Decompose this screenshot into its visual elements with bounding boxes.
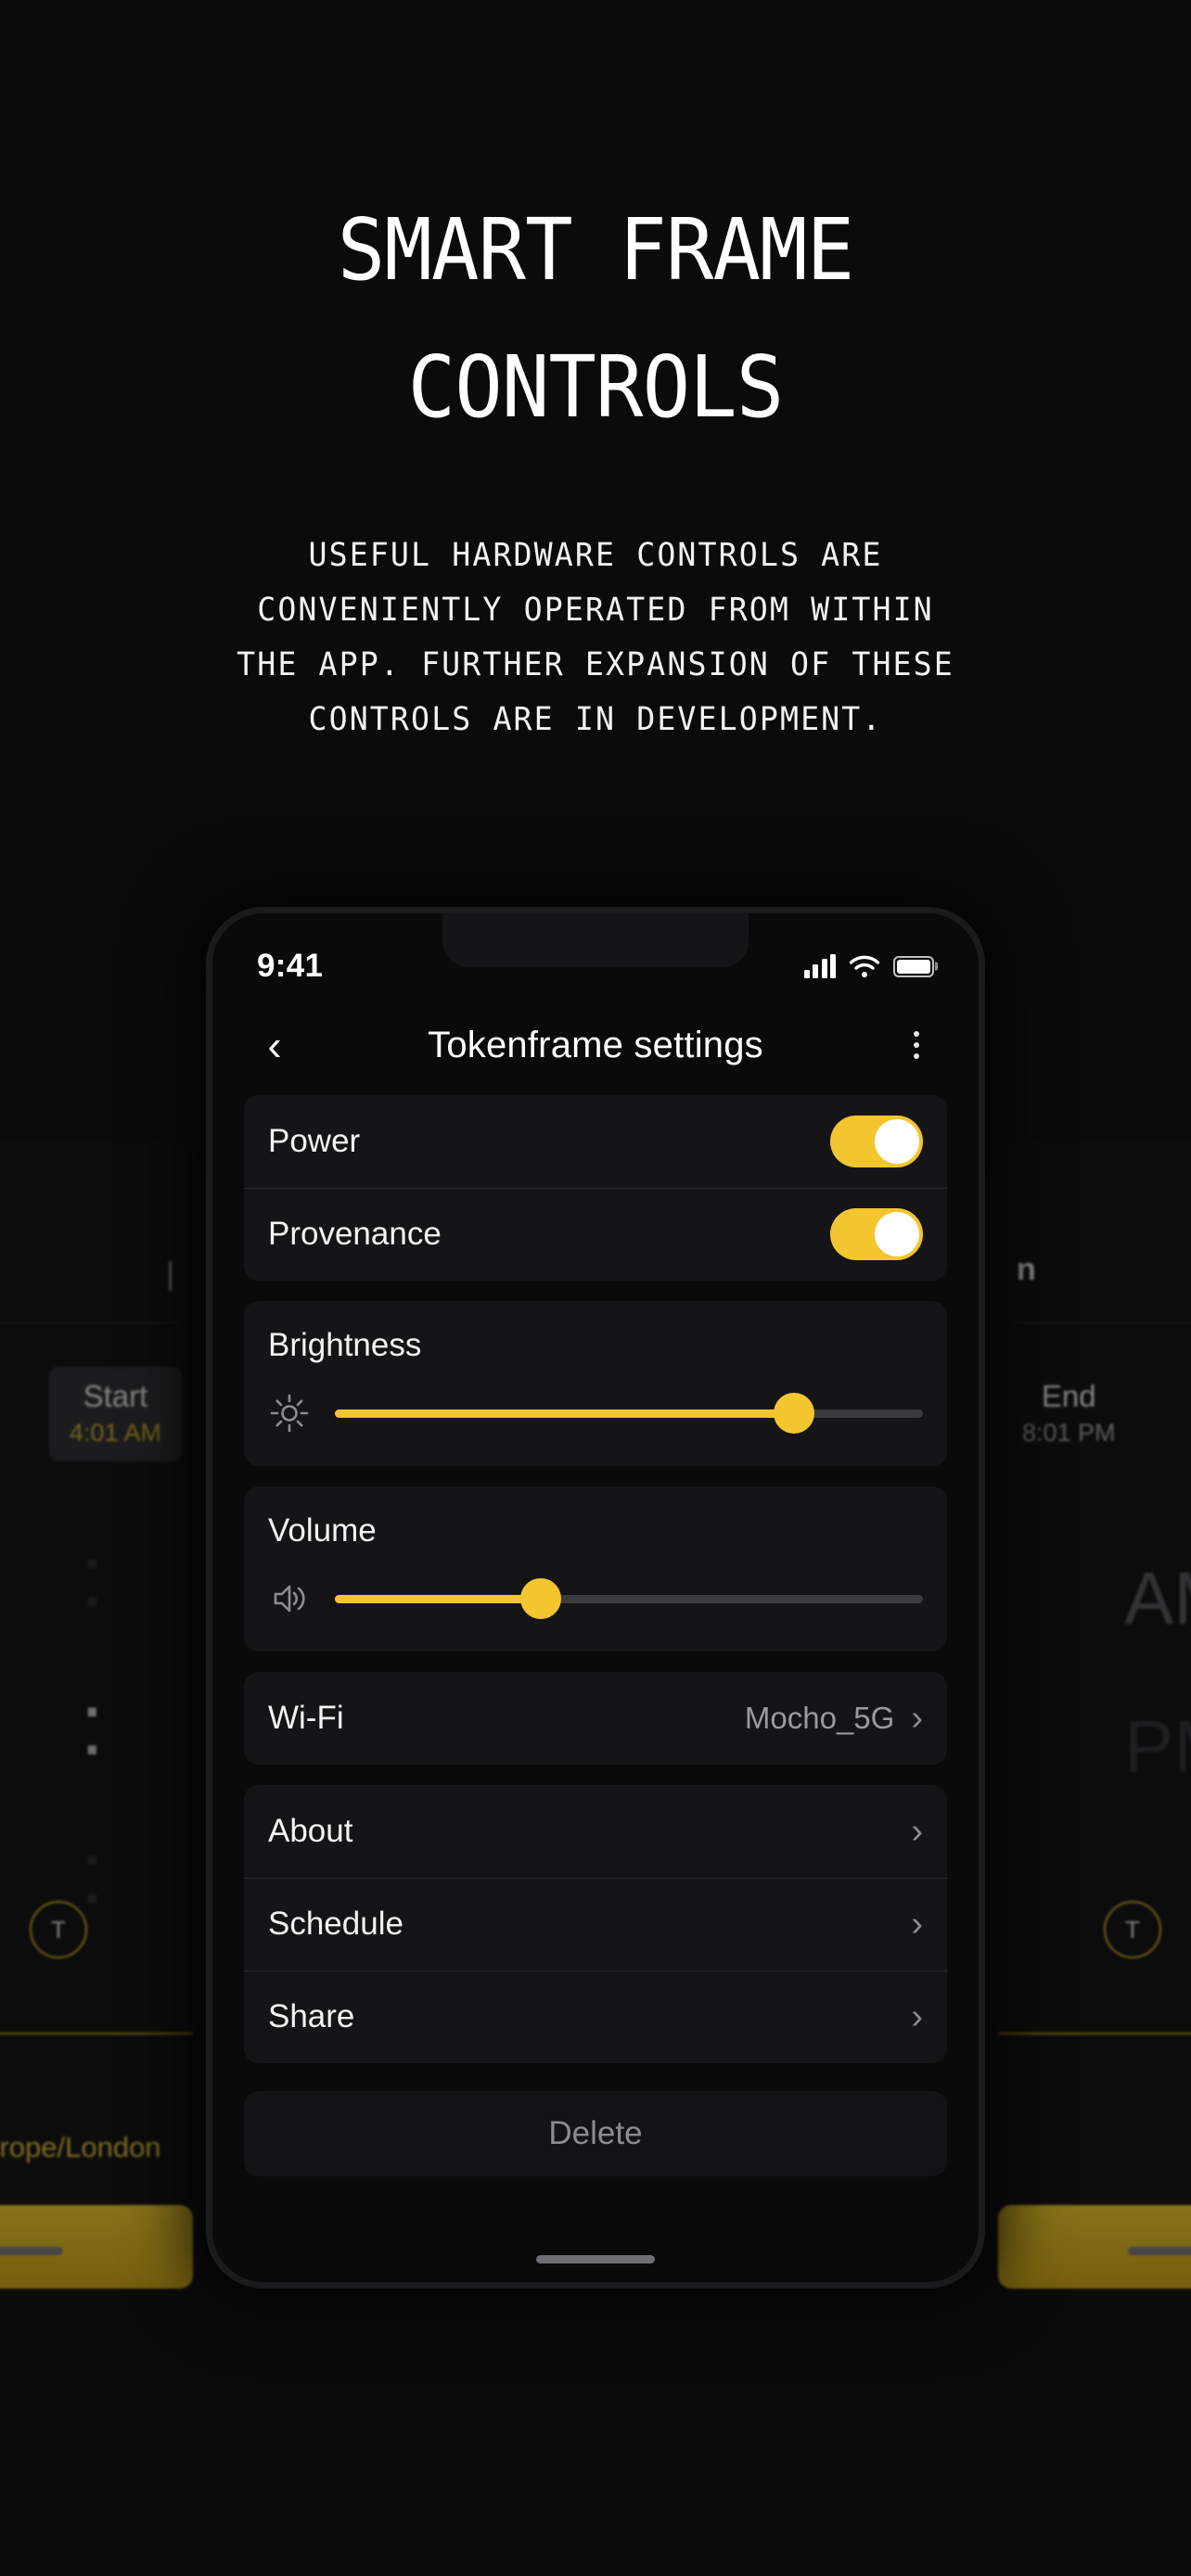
bg-left-home-indicator <box>0 2247 63 2255</box>
bg-left-name-underline <box>0 2033 193 2034</box>
home-indicator <box>536 2255 655 2264</box>
bg-left-divider <box>0 1322 178 1323</box>
wifi-card: Wi-Fi Mocho_5G › <box>244 1672 947 1765</box>
row-about-label: About <box>268 1813 353 1849</box>
page-title-line-1: SMART FRAME <box>337 200 854 300</box>
hero-section: SMART FRAME CONTROLS USEFUL HARDWARE CON… <box>0 0 1191 747</box>
phone-mockup: 9:41 ‹ Tokenframe settings Power Provena… <box>206 907 985 2289</box>
volume-card: Volume <box>244 1486 947 1651</box>
brightness-slider-knob[interactable] <box>773 1393 814 1434</box>
app-bar: ‹ Tokenframe settings <box>212 1002 979 1088</box>
power-toggle[interactable] <box>830 1116 923 1167</box>
app-bar-title: Tokenframe settings <box>428 1024 763 1065</box>
bg-left-time-wheel: 3 : 4 : 5 : <box>0 1502 206 1947</box>
wifi-icon <box>849 955 880 977</box>
volume-slider-fill <box>335 1594 541 1603</box>
bg-left-digit-row: 3 : <box>0 1502 206 1651</box>
status-bar-clock: 9:41 <box>257 948 324 984</box>
bg-left-pill-title: Start <box>83 1379 148 1413</box>
volume-slider-row[interactable] <box>268 1577 923 1620</box>
chevron-right-icon: › <box>911 1699 923 1738</box>
page-title-line-2: CONTROLS <box>407 338 785 437</box>
chevron-right-icon: › <box>911 1812 923 1851</box>
background-screen-right: n End 8:01 PM AM PM T F S <box>985 1141 1191 2289</box>
bg-right-divider-yellow <box>998 2033 1191 2034</box>
page-subtitle-line-1: USEFUL HARDWARE CONTROLS ARE <box>308 537 883 574</box>
settings-screen: Power Provenance Brightness Volume Wi-Fi… <box>212 1095 979 2282</box>
delete-button[interactable]: Delete <box>244 2091 947 2176</box>
page-subtitle-line-2: CONVENIENTLY OPERATED FROM WITHIN <box>257 592 934 629</box>
row-about[interactable]: About › <box>244 1785 947 1878</box>
row-wifi-right: Mocho_5G › <box>745 1701 923 1736</box>
row-power-label: Power <box>268 1123 361 1159</box>
background-screen-left: 9:41 ‹ | Start 4:01 AM 3 : 4 : 5 : <box>0 1141 206 2289</box>
bg-left-digit: 4 <box>0 1680 26 1769</box>
bg-right-nav-bar: n <box>985 1252 1191 1288</box>
links-card: About › Schedule › Share › <box>244 1785 947 2063</box>
status-bar-icons <box>803 954 934 978</box>
bg-left-nav-bar: ‹ | <box>0 1252 206 1296</box>
row-power[interactable]: Power <box>244 1095 947 1188</box>
bg-left-timezone-value: (GMT +1) Europe/London <box>0 2131 161 2163</box>
brightness-icon <box>270 1394 309 1433</box>
brightness-slider-row[interactable] <box>268 1392 923 1435</box>
brightness-label: Brightness <box>268 1327 422 1363</box>
kebab-menu-icon[interactable] <box>888 1016 945 1074</box>
bg-right-meridiem-pm: PM <box>1124 1705 1191 1788</box>
bg-left-title-fragment: | <box>166 1256 174 1292</box>
row-schedule-label: Schedule <box>268 1906 403 1942</box>
bg-left-day-selector: S M T <box>0 1901 87 1958</box>
volume-icon <box>274 1585 305 1613</box>
bg-right-home-indicator <box>1128 2247 1191 2255</box>
row-share[interactable]: Share › <box>244 1970 947 2063</box>
delete-button-label: Delete <box>548 2115 643 2151</box>
bg-right-title-fragment: n <box>1017 1252 1036 1287</box>
bg-right-divider <box>1013 1322 1191 1323</box>
volume-slider-track[interactable] <box>335 1578 923 1619</box>
row-wifi[interactable]: Wi-Fi Mocho_5G › <box>244 1672 947 1765</box>
bg-left-day-circle: T <box>30 1901 87 1958</box>
row-schedule[interactable]: Schedule › <box>244 1878 947 1970</box>
brightness-slider-track[interactable] <box>335 1393 923 1434</box>
page-title: SMART FRAME CONTROLS <box>42 182 1149 456</box>
back-button[interactable]: ‹ <box>246 1016 303 1074</box>
bg-right-end-pill: End 8:01 PM <box>1002 1367 1136 1461</box>
bg-right-day-circle: T <box>1104 1901 1161 1958</box>
bg-right-day-selector: T F S <box>1104 1901 1191 1958</box>
chevron-right-icon: › <box>911 1997 923 2036</box>
row-wifi-value: Mocho_5G <box>744 1701 895 1735</box>
page-subtitle: USEFUL HARDWARE CONTROLS ARE CONVENIENTL… <box>30 529 1161 747</box>
page-subtitle-line-3: THE APP. FURTHER EXPANSION OF THESE <box>237 646 954 683</box>
battery-icon <box>893 955 934 977</box>
bg-left-colon: : <box>80 1526 105 1626</box>
bg-left-digit: 3 <box>0 1532 26 1621</box>
bg-right-status-bar <box>985 1183 1191 1207</box>
brightness-slider-fill <box>335 1409 794 1418</box>
bg-left-start-pill: Start 4:01 AM <box>48 1367 182 1461</box>
bg-left-colon: : <box>80 1675 105 1774</box>
row-share-label: Share <box>268 1998 355 2034</box>
provenance-toggle[interactable] <box>830 1208 923 1260</box>
volume-label: Volume <box>268 1512 377 1549</box>
toggles-card: Power Provenance <box>244 1095 947 1281</box>
row-provenance-label: Provenance <box>268 1216 442 1252</box>
row-wifi-label: Wi-Fi <box>268 1700 344 1736</box>
bg-left-digit-row: 4 : <box>0 1651 206 1799</box>
status-bar: 9:41 <box>212 939 979 993</box>
bg-left-status-bar: 9:41 <box>0 1183 206 1215</box>
chevron-right-icon: › <box>911 1905 923 1944</box>
volume-slider-knob[interactable] <box>519 1578 561 1619</box>
bg-right-meridiem-am: AM <box>1124 1557 1191 1639</box>
page-subtitle-line-4: CONTROLS ARE IN DEVELOPMENT. <box>308 701 883 738</box>
brightness-card: Brightness <box>244 1301 947 1466</box>
bg-right-pill-time: 8:01 PM <box>1022 1419 1116 1447</box>
bg-right-pill-title: End <box>1041 1379 1096 1413</box>
row-provenance[interactable]: Provenance <box>244 1188 947 1281</box>
bg-left-pill-time: 4:01 AM <box>69 1419 161 1447</box>
signal-bars-icon <box>803 954 836 978</box>
